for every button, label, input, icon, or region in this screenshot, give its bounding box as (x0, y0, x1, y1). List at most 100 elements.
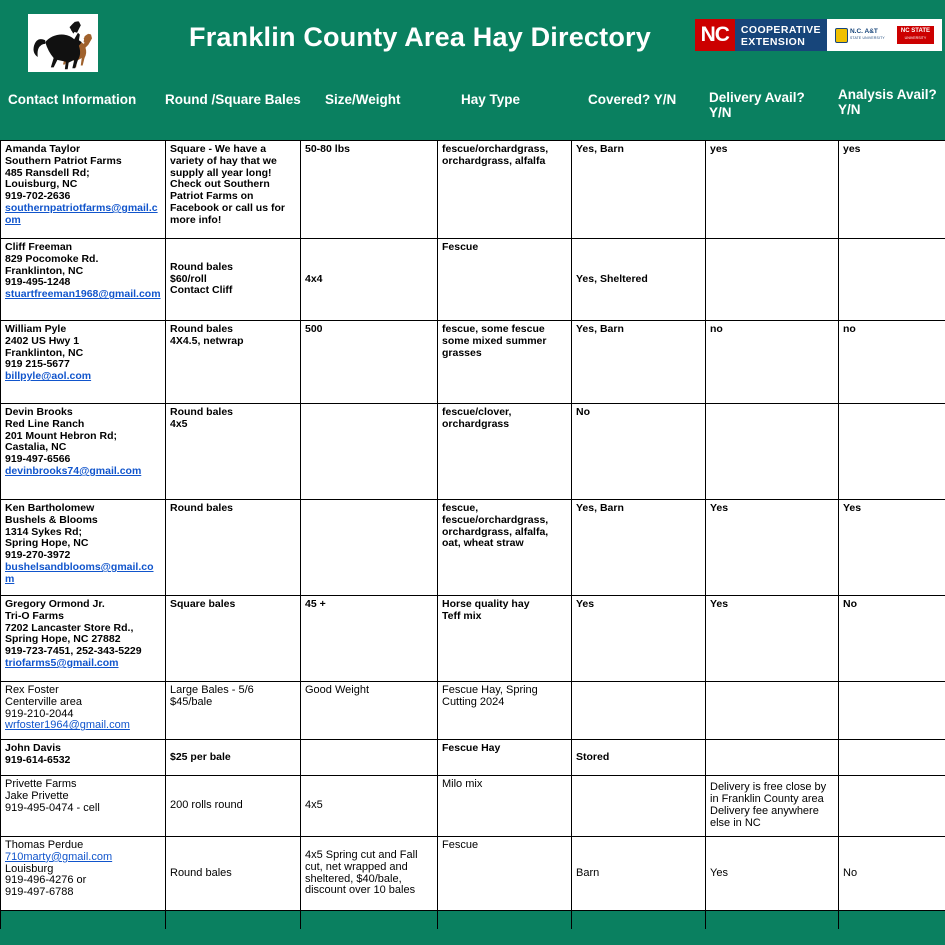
contact-information-cell: Devin Brooks Red Line Ranch 201 Mount Hebr… (0, 403, 166, 500)
round-square-bales-cell: $25 per bale (165, 739, 301, 776)
two-horses-logo (26, 12, 100, 74)
analysis-avail-cell: no (838, 320, 945, 404)
delivery-avail-cell (705, 238, 839, 321)
column-header-line: Contact Information (8, 92, 137, 107)
size-weight-cell: 4x4 (300, 238, 438, 321)
cell-line: 500 (305, 323, 323, 335)
nc-at-logo: N.C. A&T STATE UNIVERSITY (834, 27, 885, 43)
contact-line: 2402 US Hwy 1 (5, 334, 80, 347)
footer-spacer-cell (705, 910, 839, 929)
round-square-bales-cell: Large Bales - 5/6 $45/bale (165, 681, 301, 740)
cell-line: fescue/clover, orchardgrass (442, 406, 512, 430)
analysis-avail-cell (838, 403, 945, 500)
cell-line: Yes (843, 502, 862, 514)
cell-line: Yes, Barn (576, 502, 624, 514)
covered-cell: Yes, Sheltered (571, 238, 706, 321)
contact-line: Southern Patriot Farms (5, 154, 122, 167)
cell-line: Fescue (442, 241, 479, 253)
hay-type-cell: fescue, some fescue some mixed summer gr… (437, 320, 572, 404)
cell-line: Round bales (170, 502, 234, 514)
column-header-line: Covered? Y/N (588, 92, 677, 107)
cell-line: Fescue Hay, Spring Cutting 2024 (442, 684, 538, 708)
table-row: Thomas Perdue 710marty@gmail.com Louisburg… (0, 836, 945, 911)
footer-spacer-cell (838, 910, 945, 929)
column-header-line: Hay Type (461, 92, 521, 107)
email-link[interactable]: triofarms5@gmail.com (5, 657, 162, 670)
delivery-avail-cell (705, 681, 839, 740)
university-seal-icon (834, 27, 848, 43)
cell-line: no (843, 323, 856, 335)
covered-cell: Yes (571, 595, 706, 682)
column-header-line: Y/N (709, 105, 732, 120)
table-row: Cliff Freeman 829 Pocomoke Rd. Franklinton… (0, 238, 945, 321)
contact-line: Tri-O Farms (5, 609, 64, 622)
nc-state-name: NC STATE (900, 28, 930, 34)
cell-line: Round bales (170, 260, 234, 273)
covered-cell (571, 775, 706, 837)
nc-at-name: N.C. A&T (849, 28, 878, 35)
analysis-avail-cell (838, 238, 945, 321)
analysis-avail-cell: No (838, 836, 945, 911)
email-link[interactable]: southernpatriotfarms@gmail.com (5, 202, 162, 227)
round-square-bales-cell: Square bales (165, 595, 301, 682)
column-header-6: Analysis Avail? Y/N (838, 87, 937, 117)
hay-type-cell: Fescue Hay, Spring Cutting 2024 (437, 681, 572, 740)
contact-information-cell: Ken Bartholomew Bushels & Blooms 1314 Syke… (0, 499, 166, 596)
size-weight-cell: Good Weight (300, 681, 438, 740)
column-header-row: Contact Information Round /Square Bales Si… (0, 80, 945, 126)
footer-spacer-cell (0, 910, 166, 929)
cell-line: Yes, Barn (576, 143, 624, 155)
email-link[interactable]: 710marty@gmail.com (5, 851, 162, 864)
footer-spacer-cell (300, 910, 438, 929)
round-square-bales-cell: Square - We have a variety of hay that w… (165, 140, 301, 239)
contact-line: Red Line Ranch (5, 417, 85, 430)
cell-line: Barn (576, 866, 600, 879)
size-weight-cell: 4x5 Spring cut and Fall cut, net wrapped… (300, 836, 438, 911)
size-weight-cell (300, 499, 438, 596)
hay-type-cell: fescue/orchardgrass, orchardgrass, alfal… (437, 140, 572, 239)
analysis-avail-cell (838, 739, 945, 776)
table-row: Ken Bartholomew Bushels & Blooms 1314 Syke… (0, 499, 945, 596)
nc-at-sub: STATE UNIVERSITY (849, 36, 885, 40)
hay-type-cell: Fescue (437, 238, 572, 321)
contact-line: 829 Pocomoke Rd. (5, 252, 99, 265)
covered-cell (571, 681, 706, 740)
table-row: Rex Foster Centerville area 919-210-2044 wr… (0, 681, 945, 740)
contact-line: 919-495-0474 - cell (5, 801, 100, 814)
table-row: William Pyle 2402 US Hwy 1 Franklinton, NC… (0, 320, 945, 404)
cell-line: Contact Cliff (170, 284, 233, 297)
column-header-5: Delivery Avail? Y/N (709, 90, 805, 120)
delivery-avail-cell (705, 403, 839, 500)
email-link[interactable]: stuartfreeman1968@gmail.com (5, 288, 162, 301)
column-header-line: Delivery Avail? (709, 90, 805, 105)
cell-line: Round bales (170, 866, 232, 879)
table-row: Devin Brooks Red Line Ranch 201 Mount Hebr… (0, 403, 945, 500)
cell-line: Stored (576, 750, 610, 763)
contact-information-cell: John Davis 919-614-6532 (0, 739, 166, 776)
cell-line: $25 per bale (170, 750, 231, 763)
hay-type-cell: Fescue Hay (437, 739, 572, 776)
email-link[interactable]: bushelsandblooms@gmail.com (5, 561, 162, 586)
cell-line: fescue/orchardgrass, orchardgrass, alfal… (442, 143, 549, 167)
analysis-avail-cell: Yes (838, 499, 945, 596)
contact-line: Jake Privette (5, 789, 69, 802)
cooperative-extension-wordmark: COOPERATIVE EXTENSION (734, 19, 827, 51)
table-footer-spacer (0, 910, 945, 929)
round-square-bales-cell: Round bales (165, 499, 301, 596)
contact-line: 919-614-6532 (5, 753, 71, 766)
hay-directory-page: Franklin County Area Hay Directory NC CO… (0, 0, 945, 945)
email-link[interactable]: devinbrooks74@gmail.com (5, 465, 162, 478)
email-link[interactable]: billpyle@aol.com (5, 370, 162, 383)
contact-information-cell: William Pyle 2402 US Hwy 1 Franklinton, NC… (0, 320, 166, 404)
column-header-4: Covered? Y/N (588, 92, 676, 107)
round-square-bales-cell: Round bales 4x5 (165, 403, 301, 500)
analysis-avail-cell (838, 775, 945, 837)
cell-line: Square bales (170, 598, 236, 610)
email-link[interactable]: wrfoster1964@gmail.com (5, 720, 162, 732)
round-square-bales-cell: Round bales 4X4.5, netwrap (165, 320, 301, 404)
covered-cell: Yes, Barn (571, 320, 706, 404)
hay-type-cell: Milo mix (437, 775, 572, 837)
covered-cell: Stored (571, 739, 706, 776)
contact-line: Centerville area (5, 695, 83, 708)
cell-line: 4X4.5, netwrap (170, 334, 244, 347)
